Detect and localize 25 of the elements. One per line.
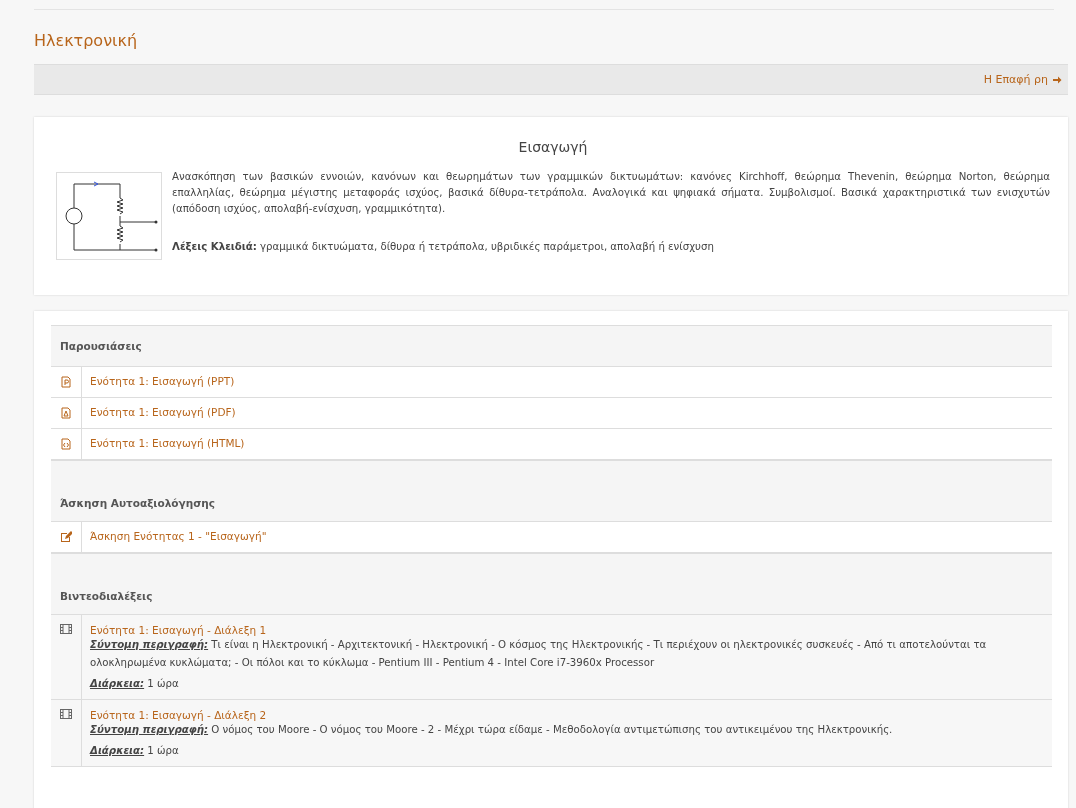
- ppt-file-icon: [60, 376, 72, 388]
- section-title: Άσκηση Αυτοαξιολόγησης: [60, 497, 215, 509]
- material-link[interactable]: Ενότητα 1: Εισαγωγή - Διάλεξη 2: [90, 709, 267, 721]
- video-description: Σύντομη περιγραφή: Ο νόμος του Moore - Ο νόμος του Moore - 2 - Μέχρι τώρα είδαμε - Μεθοδολογία αντιμετώπισης του αντικειμένου της Ηλεκτρονικής.: [90, 723, 894, 737]
- video-duration: Διάρκεια: 1 ώρα: [90, 745, 180, 756]
- arrow-right-icon: [1052, 74, 1062, 85]
- keywords-text: Λέξεις Κλειδιά: γραμμικά δικτυώματα, δίθυρα ή τετράπολα, υβριδικές παράμετροι, απολαβή ή ενίσχυση: [172, 241, 715, 252]
- code-file-icon: [60, 438, 72, 450]
- film-icon: [60, 709, 72, 719]
- page-title: Ηλεκτρονική: [34, 31, 139, 50]
- video-description: Σύντομη περιγραφή: Τι είναι η Ηλεκτρονική - Αρχιτεκτονική - Ηλεκτρονική - Ο κόσμος της Ηλεκτρονικής - Τι περιέχουν οι ηλεκτρονικές συσκευές - Από τι αποτελούνται τα ολοκληρωμένα κυκλώματα; - Οι πόλοι και το κύκλωμα - Pentium III - Pentium 4 - Intel Core i7-3960x Processor: [90, 638, 988, 670]
- pdf-file-icon: [60, 407, 72, 419]
- material-link[interactable]: Άσκηση Ενότητας 1 - "Εισαγωγή": [90, 530, 267, 542]
- contact-link[interactable]: Η Επαφή ρη: [983, 73, 1062, 86]
- film-icon: [60, 624, 72, 634]
- material-link[interactable]: Ενότητα 1: Εισαγωγή (HTML): [90, 437, 245, 449]
- intro-title: Εισαγωγή: [517, 139, 589, 155]
- intro-description: Ανασκόπηση των βασικών εννοιών, κανόνων και θεωρημάτων των γραμμικών δικτυωμάτων: κανόνες Kirchhoff, θεώρημα Thevenin, θεώρημα Norton, θεώρημα επαλληλίας, θεώρημα μέγιστης μεταφοράς ισχύος, βασικά δίθυρα-τετράπολα. Αναλογικά και ψηφιακά σήματα. Συμβολισμοί. Βασικά χαρακτηριστικά των ενισχυτών (απόδοση ισχύος, απολαβή-ενίσχυση, γραμμικότητα).: [172, 170, 1050, 216]
- material-link[interactable]: Ενότητα 1: Εισαγωγή - Διάλεξη 1: [90, 624, 267, 636]
- section-title: Βιντεοδιαλέξεις: [60, 590, 153, 602]
- material-link[interactable]: Ενότητα 1: Εισαγωγή (PPT): [90, 375, 235, 387]
- material-link[interactable]: Ενότητα 1: Εισαγωγή (PDF): [90, 406, 236, 418]
- edit-icon: [60, 531, 72, 543]
- video-duration: Διάρκεια: 1 ώρα: [90, 678, 180, 689]
- section-title: Παρουσιάσεις: [60, 340, 142, 352]
